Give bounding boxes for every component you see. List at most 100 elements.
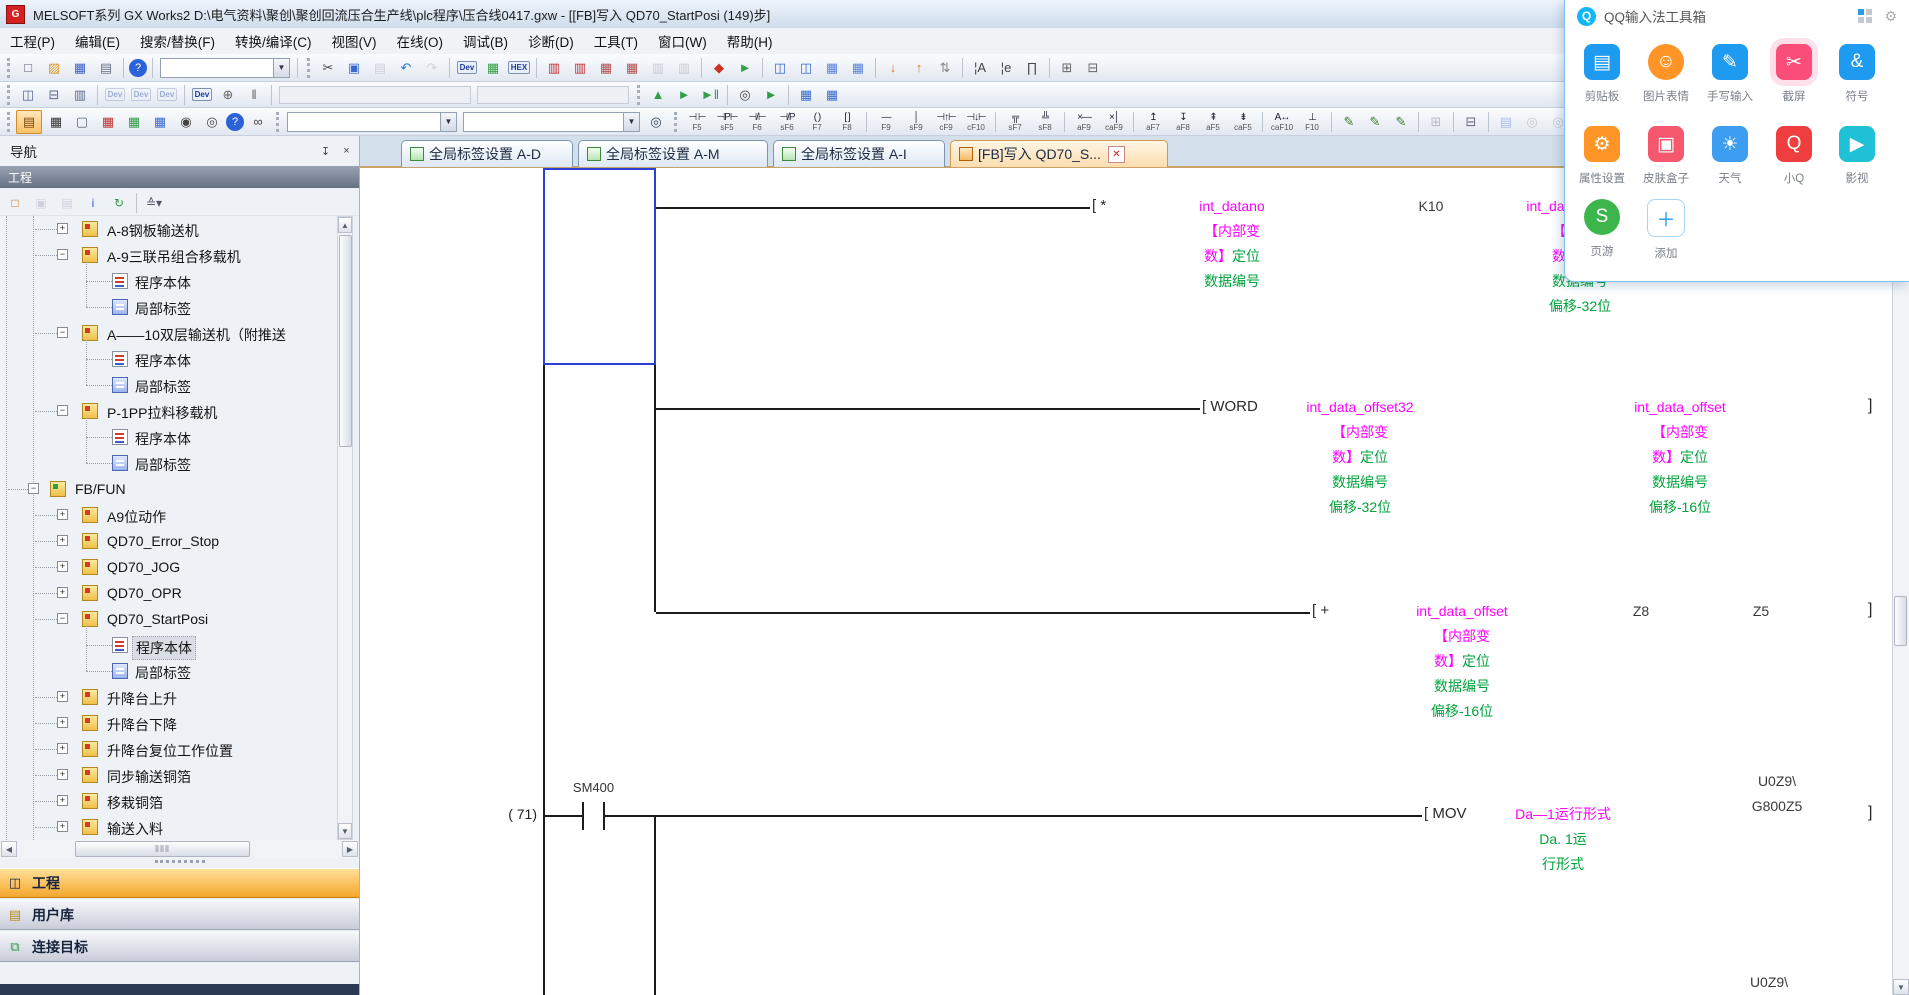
menu-item-6[interactable]: 在线(O)	[387, 28, 454, 54]
device-set-icon[interactable]: Dev	[190, 84, 214, 106]
qq-tool-添加[interactable]: ＋添加	[1636, 199, 1696, 261]
ladder-symbol-sF9-button[interactable]: │sF9	[901, 109, 931, 134]
ladder-symbol-F5-button[interactable]: ⊣ ⊢F5	[682, 109, 712, 134]
print-icon[interactable]: ▤	[94, 57, 118, 79]
device-batch-icon[interactable]: Dev	[129, 84, 153, 106]
tree-item-20[interactable]: +升降台下降	[0, 710, 359, 736]
ladder-symbol-F10-button[interactable]: ⊥F10	[1297, 109, 1327, 134]
qq-tool-剪贴板[interactable]: ▤剪贴板	[1572, 44, 1632, 104]
monitor-read-icon[interactable]: ▦	[620, 57, 644, 79]
open-file-icon[interactable]: ▨	[42, 57, 66, 79]
monitor-stop-icon[interactable]: ▥	[568, 57, 592, 79]
copy-data-icon[interactable]: ▣	[29, 192, 53, 214]
edit-coil-icon[interactable]: ✎	[1363, 111, 1387, 133]
tree-item-3[interactable]: 程序本体	[0, 268, 359, 294]
menu-item-5[interactable]: 视图(V)	[322, 28, 387, 54]
search-icon[interactable]: ◎	[644, 111, 668, 133]
verify-plc-icon[interactable]: ⇅	[933, 57, 957, 79]
menu-item-7[interactable]: 调试(B)	[453, 28, 518, 54]
menu-item-2[interactable]: 编辑(E)	[65, 28, 130, 54]
cut-icon[interactable]: ✂	[316, 57, 340, 79]
ladder-symbol-sF7-button[interactable]: ╦sF7	[1000, 109, 1030, 134]
find-run-icon[interactable]: ◎	[733, 84, 757, 106]
find-prev-icon[interactable]: ◎	[1520, 111, 1544, 133]
ladder-symbol-F9-button[interactable]: —F9	[871, 109, 901, 134]
expand-plus-icon[interactable]: +	[57, 509, 68, 520]
collapse-minus-icon[interactable]: −	[57, 405, 68, 416]
collapse-minus-icon[interactable]: −	[57, 327, 68, 338]
chevron-down-icon[interactable]: ▼	[623, 113, 639, 131]
expand-plus-icon[interactable]: +	[57, 769, 68, 780]
window-tile-icon[interactable]: ⊟	[42, 84, 66, 106]
program-step-icon[interactable]: ►‖	[698, 84, 722, 106]
undo-icon[interactable]: ↶	[394, 57, 418, 79]
ladder-symbol-sF8-button[interactable]: ╩sF8	[1030, 109, 1060, 134]
table-green-icon[interactable]: ▦	[122, 111, 146, 133]
expand-plus-icon[interactable]: +	[57, 561, 68, 572]
menu-item-10[interactable]: 窗口(W)	[648, 28, 717, 54]
tree-item-4[interactable]: 局部标签	[0, 294, 359, 320]
qq-tool-皮肤盒子[interactable]: ▣皮肤盒子	[1636, 126, 1696, 186]
menu-item-1[interactable]: 工程(P)	[0, 28, 65, 54]
instruction-help-icon[interactable]: ∏	[1020, 57, 1044, 79]
tree-item-16[interactable]: −QD70_StartPosi	[0, 606, 359, 632]
menu-item-9[interactable]: 工具(T)	[584, 28, 648, 54]
tree-item-12[interactable]: +A9位动作	[0, 502, 359, 528]
tree-item-22[interactable]: +同步输送铜箔	[0, 762, 359, 788]
tree-item-23[interactable]: +移栽铜箔	[0, 788, 359, 814]
qq-tool-影视[interactable]: ▶影视	[1827, 126, 1887, 186]
tree-item-19[interactable]: +升降台上升	[0, 684, 359, 710]
device-skip-icon[interactable]: Dev	[155, 84, 179, 106]
expand-plus-icon[interactable]: +	[57, 223, 68, 234]
redo-icon[interactable]: ↷	[420, 57, 444, 79]
ladder-symbol-caF9-button[interactable]: ×│caF9	[1099, 109, 1129, 134]
editor-vertical-scrollbar[interactable]: ▲ ▼	[1892, 168, 1909, 995]
view-eye-icon[interactable]: ◉	[174, 111, 198, 133]
tree-horizontal-scrollbar[interactable]: ◀ ⦀⦀⦀ ▶	[0, 840, 359, 858]
ladder-symbol-aF9-button[interactable]: ×—aF9	[1069, 109, 1099, 134]
window-cascade-icon[interactable]: ◫	[16, 84, 40, 106]
sort-mode-icon[interactable]: ≙▾	[142, 192, 166, 214]
tree-item-5[interactable]: −A——10双层输送机（附推送	[0, 320, 359, 346]
note-icon[interactable]: ¦e	[994, 57, 1018, 79]
chevron-down-icon[interactable]: ▼	[440, 113, 456, 131]
document-icon[interactable]: ▢	[70, 111, 94, 133]
pin-icon[interactable]: ↧	[317, 143, 334, 159]
tab-3[interactable]: 全局标签设置 A-I	[773, 140, 945, 167]
scroll-right-icon[interactable]: ▶	[342, 841, 358, 857]
scroll-down-icon[interactable]: ▼	[338, 823, 352, 839]
label-table-icon[interactable]: ◫	[768, 57, 792, 79]
expand-plus-icon[interactable]: +	[57, 691, 68, 702]
qq-tool-符号[interactable]: &符号	[1827, 44, 1887, 104]
table-red-icon[interactable]: ▦	[96, 111, 120, 133]
ladder-symbol-cF10-button[interactable]: ⊣↓⊢cF10	[961, 109, 991, 134]
exec-icon[interactable]: ►	[759, 84, 783, 106]
editor-scroll-thumb[interactable]	[1894, 596, 1907, 646]
monitor-write-icon[interactable]: ▦	[594, 57, 618, 79]
nav-button-1[interactable]: ◫工程	[0, 868, 359, 898]
comment-table-icon[interactable]: ▦	[846, 57, 870, 79]
menu-item-8[interactable]: 诊断(D)	[518, 28, 584, 54]
qq-tool-图片表情[interactable]: ☺图片表情	[1636, 44, 1696, 104]
verify-a-icon[interactable]: ▦	[794, 84, 818, 106]
tree-item-21[interactable]: +升降台复位工作位置	[0, 736, 359, 762]
tree-item-14[interactable]: +QD70_JOG	[0, 554, 359, 580]
splitter-grip[interactable]	[155, 860, 205, 863]
copy-icon[interactable]: ▣	[342, 57, 366, 79]
expand-plus-icon[interactable]: +	[57, 717, 68, 728]
docking-window-icon[interactable]: ▥	[68, 84, 92, 106]
tree-item-17[interactable]: 程序本体	[0, 632, 359, 658]
tree-item-24[interactable]: +输送入料	[0, 814, 359, 840]
edit-note-icon[interactable]: ✎	[1389, 111, 1413, 133]
expand-plus-icon[interactable]: +	[57, 535, 68, 546]
collapse-minus-icon[interactable]: −	[28, 483, 39, 494]
tree-item-7[interactable]: 局部标签	[0, 372, 359, 398]
doc-gen-icon[interactable]: ▤	[1494, 111, 1518, 133]
tree-hscroll-thumb[interactable]: ⦀⦀⦀	[75, 841, 250, 857]
expand-plus-icon[interactable]: +	[57, 743, 68, 754]
device-display-icon[interactable]: Dev	[455, 57, 479, 79]
gear-icon[interactable]: ⚙	[1884, 8, 1897, 25]
ladder-symbol-aF7-button[interactable]: ↥aF7	[1138, 109, 1168, 134]
tab-2[interactable]: 全局标签设置 A-M	[578, 140, 768, 167]
help-icon[interactable]: ?	[129, 59, 147, 77]
